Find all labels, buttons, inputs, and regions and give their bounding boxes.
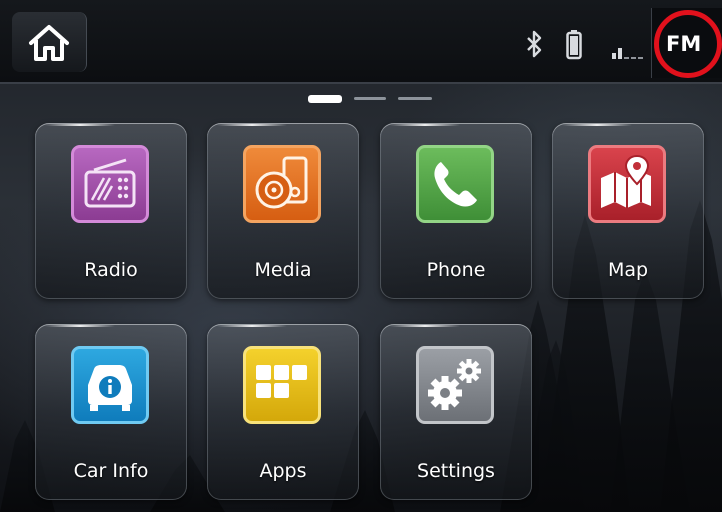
app-tile-radio[interactable]: Radio [35,123,187,299]
home-icon [29,25,69,61]
app-label-apps: Apps [259,460,307,482]
battery-icon [566,30,582,60]
app-label-car-info: Car Info [73,460,149,482]
app-label-settings: Settings [417,460,495,482]
page-dot-2[interactable] [354,97,386,100]
app-tile-map[interactable]: Map [552,123,704,299]
home-screen: FM Radio Media Phone Map Car Info Apps S… [0,0,722,512]
apps-grid-icon [243,346,321,424]
page-indicator [308,95,432,105]
gears-icon [416,346,494,424]
app-label-media: Media [254,259,312,281]
app-tile-phone[interactable]: Phone [380,123,532,299]
audio-source-button[interactable]: FM [651,8,722,78]
radio-icon [71,145,149,223]
phone-icon [416,145,494,223]
bluetooth-icon [527,30,542,58]
status-bar: FM [0,0,722,84]
home-button[interactable] [12,12,87,72]
app-label-phone: Phone [426,259,486,281]
app-tile-car-info[interactable]: Car Info [35,324,187,500]
page-dot-3[interactable] [398,97,432,100]
audio-source-label: FM [666,32,702,56]
car-info-icon [71,346,149,424]
app-tile-settings[interactable]: Settings [380,324,532,500]
media-icon [243,145,321,223]
signal-bars-icon [612,48,643,59]
app-tile-apps[interactable]: Apps [207,324,359,500]
app-label-radio: Radio [84,259,138,281]
page-dot-1[interactable] [308,95,342,103]
app-tile-media[interactable]: Media [207,123,359,299]
map-icon [588,145,666,223]
app-label-map: Map [607,259,649,281]
